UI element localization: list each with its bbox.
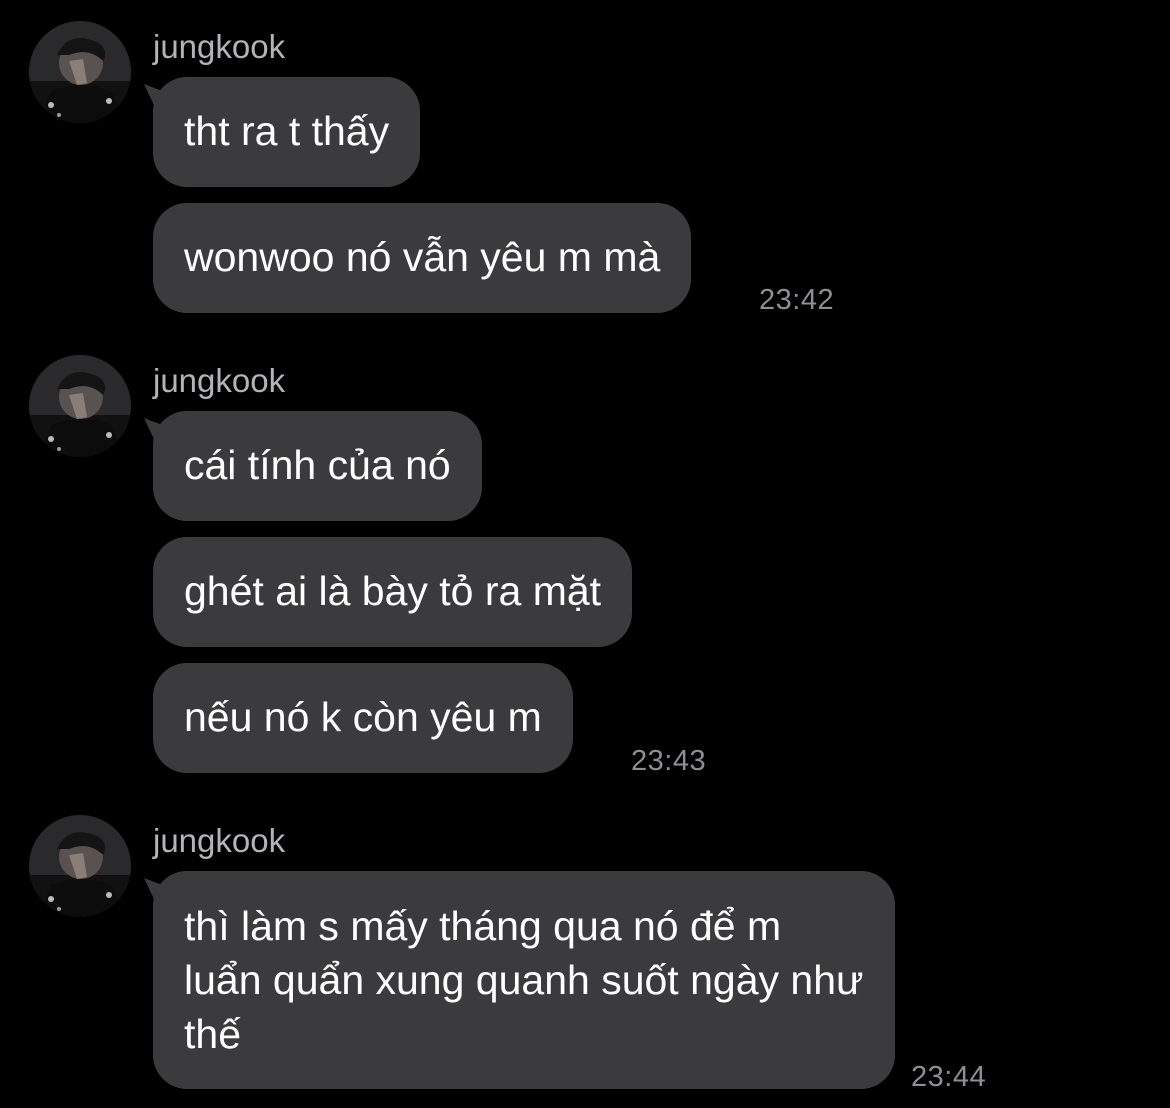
timestamp: 23:42 [759,284,835,316]
sender-avatar[interactable] [29,355,131,457]
timestamp: 23:44 [911,1061,987,1093]
sender-avatar[interactable] [29,815,131,917]
sender-name: jungkook [153,822,286,859]
avatar-photo-icon [29,355,131,457]
avatar-photo-icon [29,815,131,917]
sender-name: jungkook [153,28,286,65]
message-bubble[interactable]: ghét ai là bày tỏ ra mặt [153,537,633,647]
message-bubble[interactable]: thì làm s mấy tháng qua nó để m luẩn quẩ… [153,871,895,1089]
message-bubble[interactable]: wonwoo nó vẫn yêu m mà [153,203,692,313]
avatar-photo-icon [29,21,131,123]
message-bubble[interactable]: tht ra t thấy [153,77,421,187]
sender-name: jungkook [153,362,286,399]
message-bubble[interactable]: nếu nó k còn yêu m [153,663,573,773]
sender-avatar[interactable] [29,21,131,123]
timestamp: 23:43 [631,745,707,777]
message-bubble[interactable]: cái tính của nó [153,411,482,521]
